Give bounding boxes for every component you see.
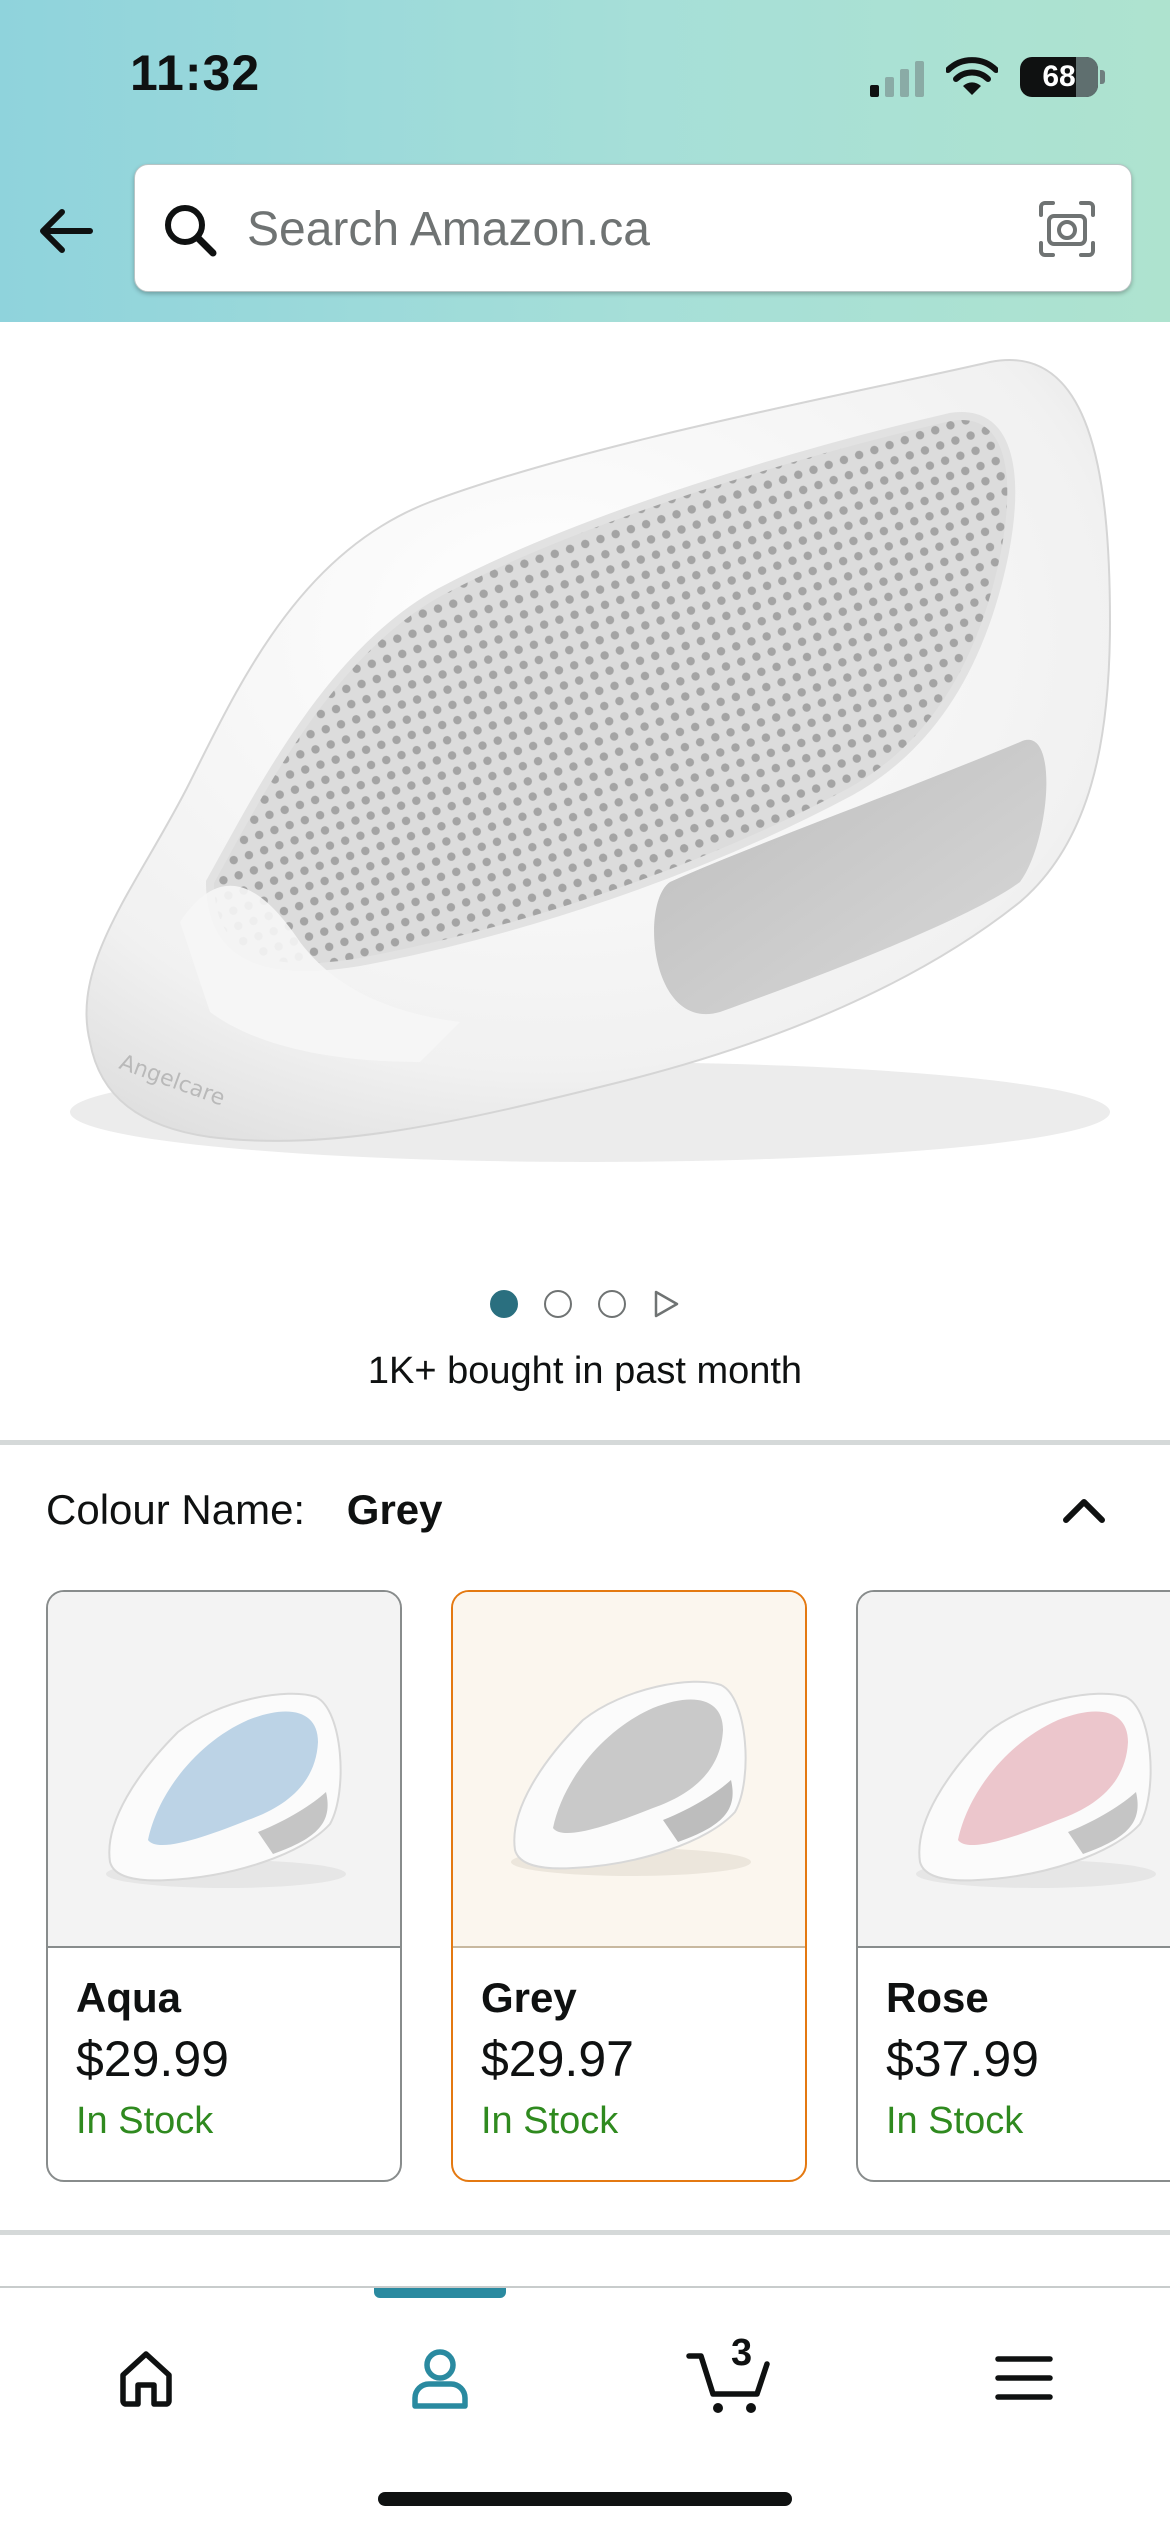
video-play-icon[interactable] <box>652 1289 680 1319</box>
colour-label: Colour Name: <box>46 1486 306 1533</box>
colour-option-rose[interactable]: Rose $37.99 In Stock <box>856 1590 1170 2182</box>
product-image[interactable]: Angelcare <box>0 322 1170 1252</box>
nav-account[interactable] <box>380 2328 500 2428</box>
colour-option-price: $29.97 <box>481 2031 634 2087</box>
back-arrow-icon[interactable] <box>36 200 98 262</box>
image-carousel-dots[interactable] <box>0 1284 1170 1324</box>
battery-icon: 68 <box>1020 57 1105 97</box>
status-icons: 68 <box>870 52 1105 102</box>
carousel-dot-3[interactable] <box>598 1290 626 1318</box>
carousel-dot-2[interactable] <box>544 1290 572 1318</box>
person-icon <box>412 2349 468 2409</box>
wifi-icon <box>946 57 998 95</box>
menu-icon <box>995 2356 1053 2400</box>
colour-option-name: Rose <box>886 1974 989 2021</box>
camera-search-icon[interactable] <box>1037 199 1097 259</box>
colour-selected-value: Grey <box>346 1486 443 1533</box>
colour-thumbnail <box>48 1592 400 1948</box>
colour-option-aqua[interactable]: Aqua $29.99 In Stock <box>46 1590 402 2182</box>
search-icon <box>165 205 217 257</box>
colour-option-name: Aqua <box>76 1974 181 2021</box>
search-input[interactable] <box>245 193 1009 265</box>
bought-past-month: 1K+ bought in past month <box>367 1350 803 1392</box>
battery-level: 68 <box>1042 60 1076 93</box>
colour-option-stock: In Stock <box>76 2100 214 2142</box>
carousel-dot-1[interactable] <box>490 1290 518 1318</box>
home-indicator[interactable] <box>378 2492 792 2506</box>
cellular-signal-icon <box>870 57 924 97</box>
colour-option-price: $37.99 <box>886 2031 1039 2087</box>
search-bar[interactable] <box>134 164 1132 292</box>
colour-thumbnail <box>453 1592 805 1948</box>
nav-menu[interactable] <box>964 2328 1084 2428</box>
home-icon <box>120 2351 172 2407</box>
nav-home[interactable] <box>86 2328 206 2428</box>
section-divider <box>0 1440 1170 1445</box>
colour-option-name: Grey <box>481 1974 577 2021</box>
colour-thumbnail <box>858 1592 1170 1948</box>
colour-option-grey[interactable]: Grey $29.97 In Stock <box>451 1590 807 2182</box>
colour-option-stock: In Stock <box>481 2100 619 2142</box>
colour-option-stock: In Stock <box>886 2100 1024 2142</box>
section-divider <box>0 2230 1170 2235</box>
status-time: 11:32 <box>130 45 261 101</box>
chevron-up-icon[interactable] <box>1054 1480 1114 1540</box>
nav-cart[interactable]: 3 <box>670 2328 790 2428</box>
app-header: 11:32 68 <box>0 0 1170 322</box>
bath-seat-image: Angelcare <box>70 359 1112 1162</box>
colour-option-price: $29.99 <box>76 2031 229 2087</box>
colour-name-row: Colour Name: Grey <box>46 1486 443 1534</box>
active-tab-indicator <box>374 2288 506 2298</box>
cart-icon <box>686 2353 770 2413</box>
